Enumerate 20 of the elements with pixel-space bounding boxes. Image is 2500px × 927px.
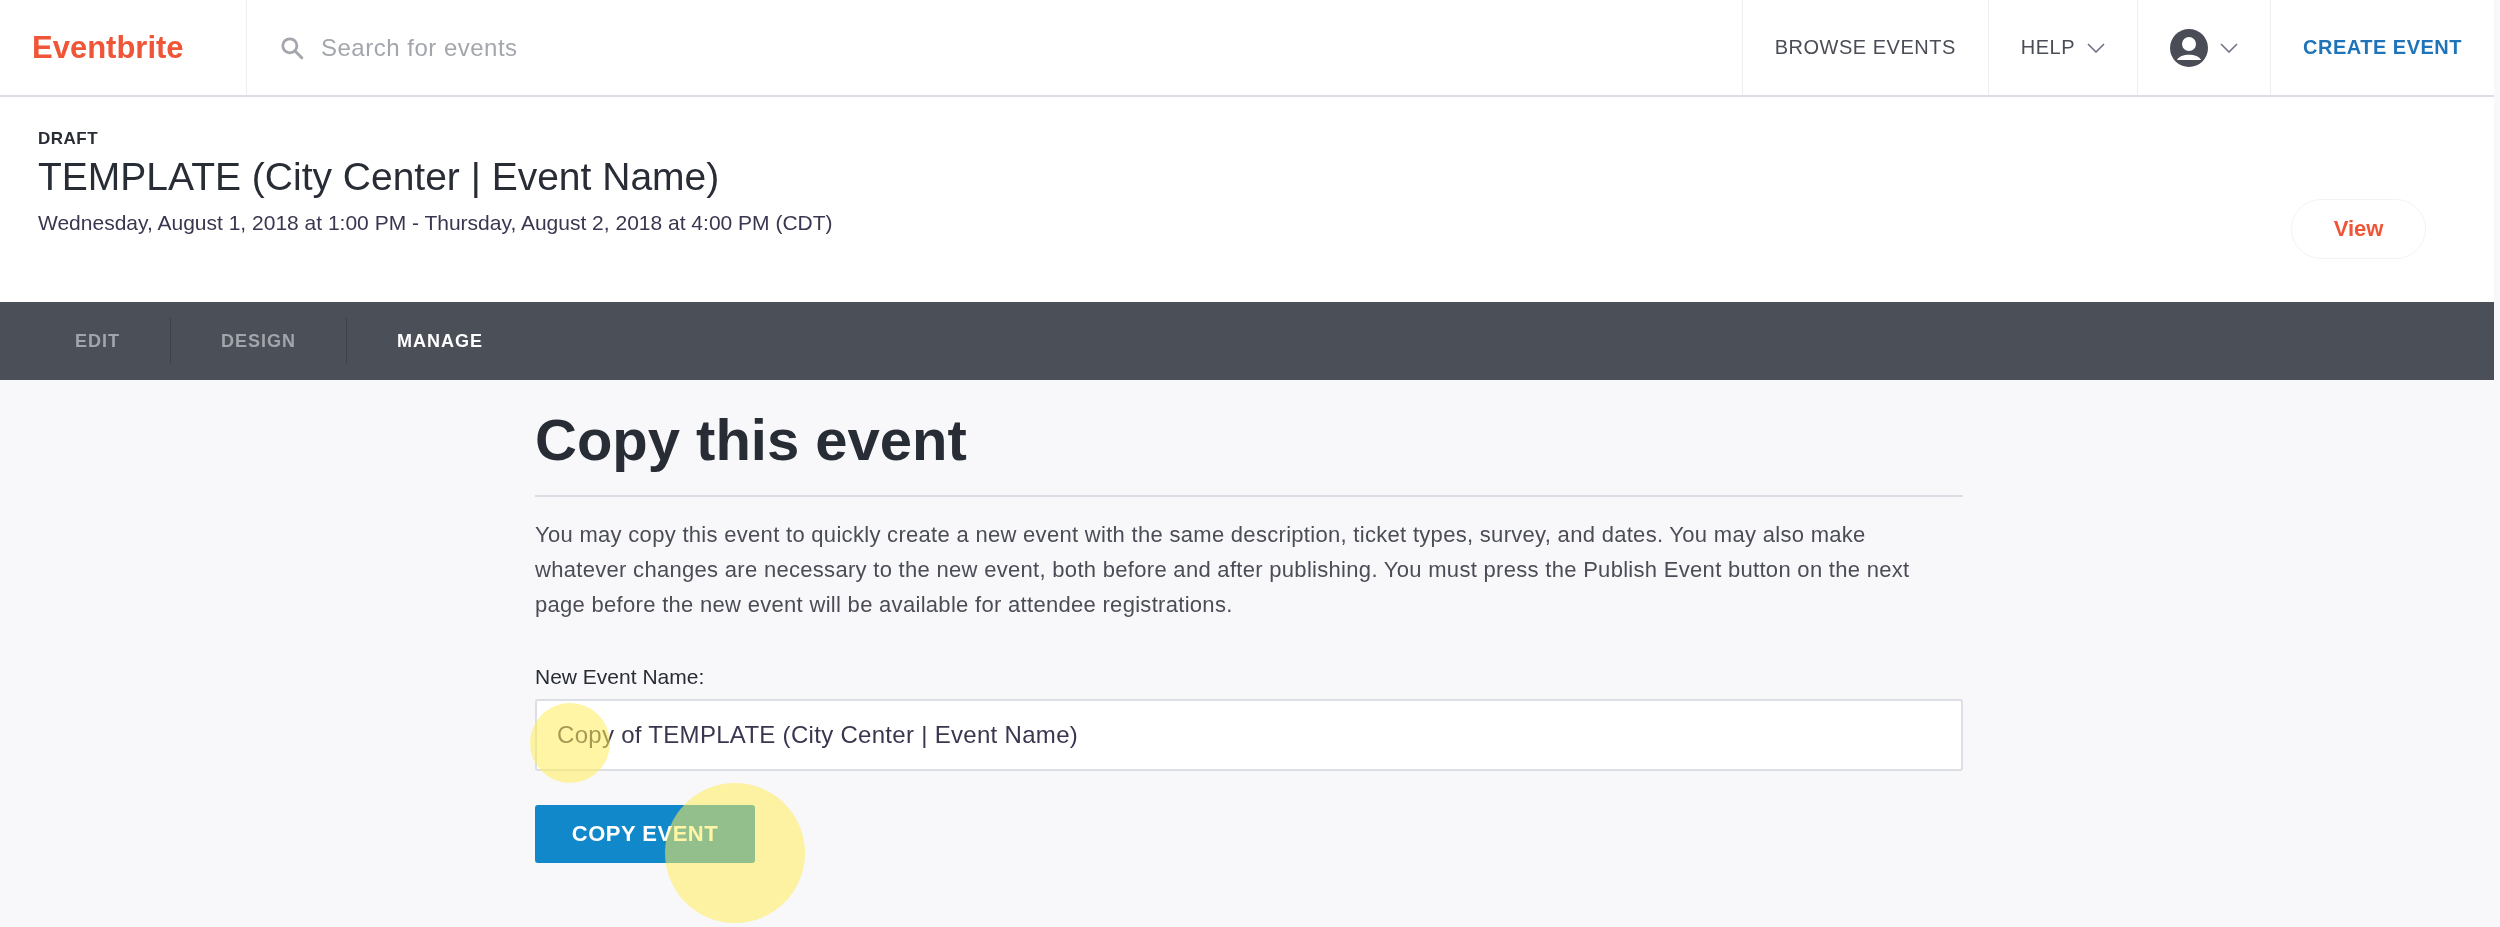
tab[interactable]: DESIGN [170, 318, 347, 364]
search-field[interactable]: Search for events [319, 32, 719, 63]
nav-link[interactable]: CREATE EVENT [2270, 0, 2494, 95]
event-title: TEMPLATE (City Center | Event Name) [38, 155, 721, 199]
description-text: You may copy this event to quickly create a new event with the same description, ticket types, survey, and dates. You may also make whatever changes are necessary to the new event, both before and after publishing. You must press the Publish Event button on the next page before the new event will be available for attendee registrations. [535, 521, 1911, 619]
search-icon [279, 34, 305, 61]
view-button[interactable]: View [2291, 199, 2426, 259]
help-menu[interactable]: HELP [1987, 0, 2137, 95]
page-heading: Copy this event [535, 406, 1963, 497]
tab[interactable]: MANAGE [346, 318, 534, 364]
tab[interactable]: EDIT [25, 318, 170, 364]
chevron-down-icon [2087, 42, 2105, 53]
nav-link[interactable]: BROWSE EVENTS [1741, 0, 1988, 95]
chevron-down-icon [2220, 42, 2238, 53]
event-name-field[interactable]: Copy of TEMPLATE (City Center | Event Name) [535, 699, 1963, 771]
user-avatar-icon [2170, 28, 2208, 67]
event-dates: Wednesday, August 1, 2018 at 1:00 PM - Thursday, August 2, 2018 at 4:00 PM (CDT) [38, 211, 833, 235]
field-label: New Event Name: [535, 665, 706, 689]
eventbrite-logo[interactable]: Eventbrite [0, 0, 247, 95]
event-status: DRAFT [38, 129, 100, 149]
